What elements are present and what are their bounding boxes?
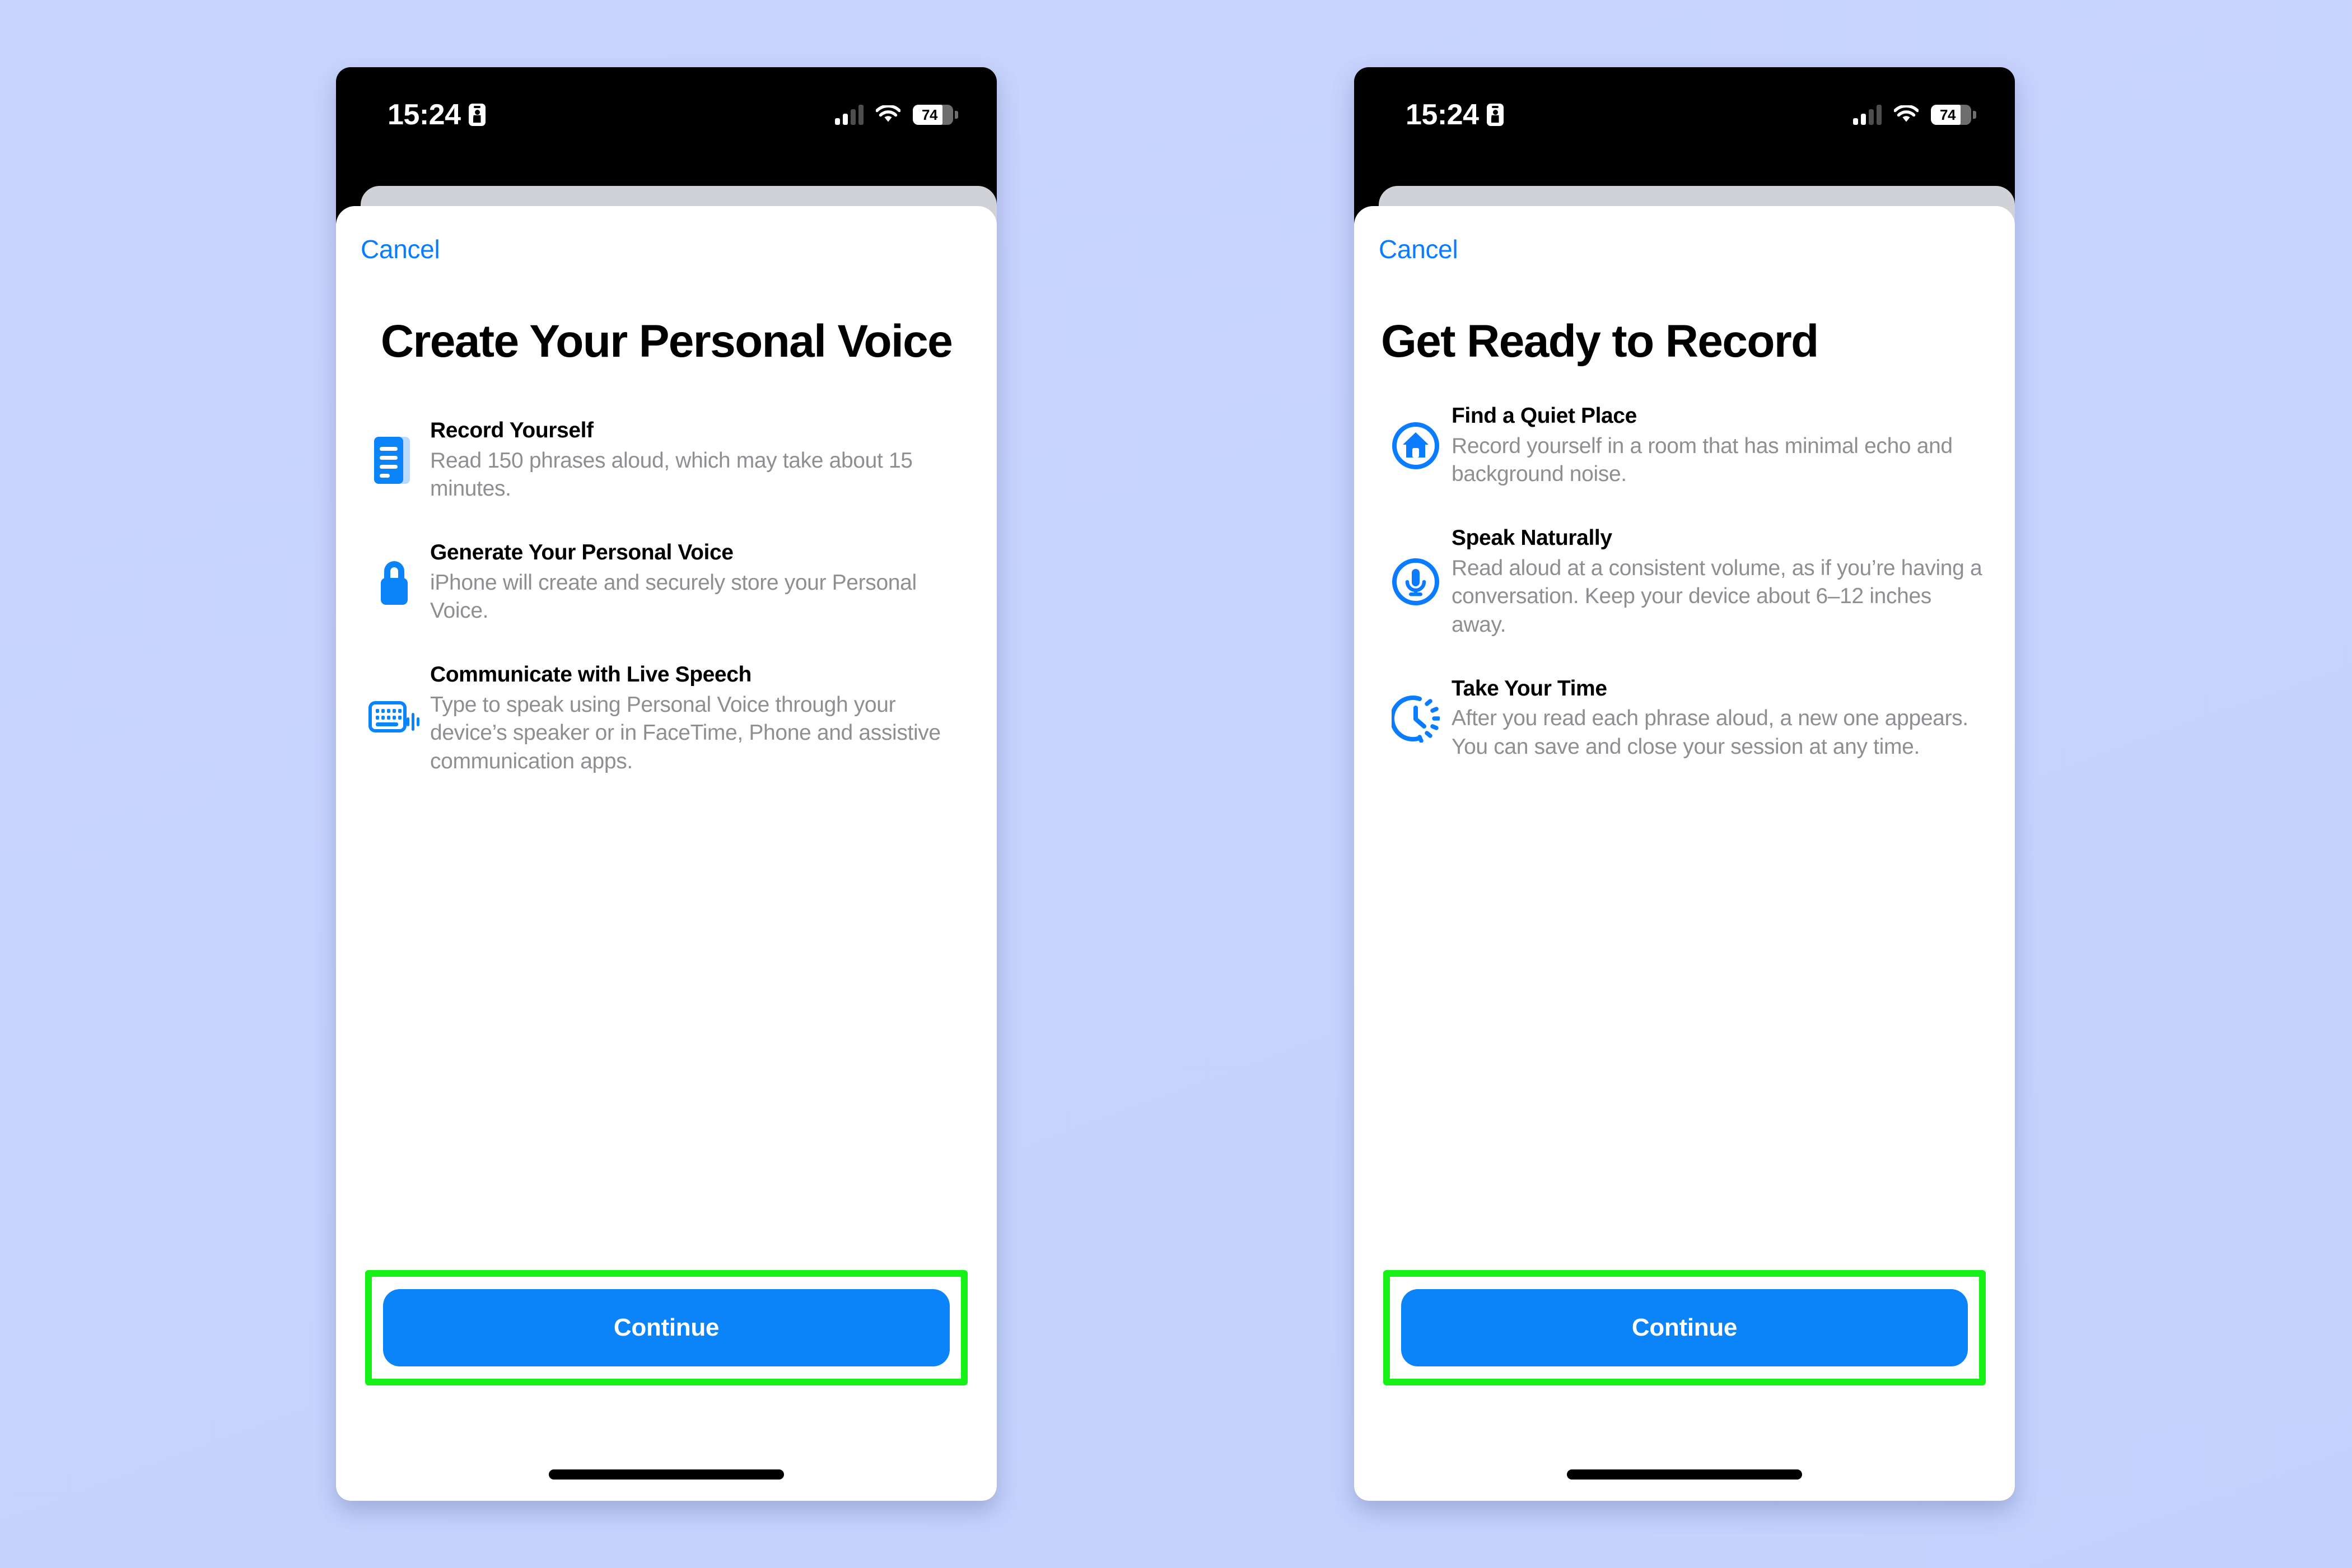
cancel-button-left[interactable]: Cancel — [336, 206, 440, 264]
cellular-signal-icon — [835, 105, 864, 125]
list-item-body: Take Your Time After you read each phras… — [1445, 675, 1982, 762]
cancel-button-right[interactable]: Cancel — [1354, 206, 1458, 264]
phone-device-left: 15:24 74 Cancel Create Your Personal Voi… — [336, 67, 997, 1501]
page-title-left: Create Your Personal Voice — [380, 316, 953, 367]
person-badge-icon — [468, 104, 486, 126]
list-item-body: Speak Naturally Read aloud at a consiste… — [1445, 525, 1982, 640]
list-item-description: Read aloud at a consistent volume, as if… — [1452, 556, 1982, 637]
home-indicator-right — [1567, 1469, 1802, 1480]
list-item-body: Generate Your Personal Voice iPhone will… — [423, 539, 964, 626]
list-item: Record Yourself Read 150 phrases aloud, … — [365, 417, 964, 503]
person-badge-icon — [1486, 104, 1504, 126]
sheet-spacer-left — [336, 1041, 997, 1270]
feature-list-left: Record Yourself Read 150 phrases aloud, … — [336, 417, 997, 1041]
modal-sheet-left: Cancel Create Your Personal Voice Record… — [336, 206, 997, 1501]
home-indicator-left — [549, 1469, 784, 1480]
list-item-body: Record Yourself Read 150 phrases aloud, … — [423, 417, 964, 503]
cta-area-right: Continue — [1354, 1270, 2015, 1385]
status-time: 15:24 — [1406, 99, 1479, 131]
continue-button-right[interactable]: Continue — [1401, 1289, 1968, 1366]
status-bar-right-group: 74 — [835, 105, 958, 125]
wifi-icon — [876, 105, 900, 122]
clock-arrow-icon — [1387, 694, 1445, 743]
list-item-title: Find a Quiet Place — [1452, 403, 1637, 428]
list-item-body: Find a Quiet Place Record yourself in a … — [1445, 403, 1982, 489]
list-item-title: Generate Your Personal Voice — [430, 540, 734, 564]
battery-icon: 74 — [1931, 105, 1976, 125]
modal-sheet-right: Cancel Get Ready to Record Find a Quiet … — [1354, 206, 2015, 1501]
list-item-description: iPhone will create and securely store yo… — [430, 570, 917, 623]
list-item: Take Your Time After you read each phras… — [1387, 675, 1982, 762]
cta-area-left: Continue — [336, 1270, 997, 1385]
status-bar-right: 15:24 74 — [1354, 67, 2015, 162]
wifi-icon — [1894, 105, 1919, 122]
battery-percent-label: 74 — [922, 106, 937, 123]
battery-icon: 74 — [913, 105, 958, 125]
list-item-body: Communicate with Live Speech Type to spe… — [423, 661, 964, 776]
screenshot-stage: 15:24 74 Cancel Create Your Personal Voi… — [0, 0, 2352, 1568]
status-time: 15:24 — [388, 99, 461, 131]
list-item-description: Record yourself in a room that has minim… — [1452, 433, 1953, 487]
battery-percent-label: 74 — [1940, 106, 1956, 123]
list-item: Find a Quiet Place Record yourself in a … — [1387, 403, 1982, 489]
list-item-description: After you read each phrase aloud, a new … — [1452, 706, 1968, 759]
continue-button-highlight-right: Continue — [1383, 1270, 1986, 1385]
list-item: Communicate with Live Speech Type to spe… — [365, 661, 964, 776]
keyboard-waveform-icon — [365, 697, 423, 740]
list-item-description: Read 150 phrases aloud, which may take a… — [430, 448, 913, 501]
list-item-title: Speak Naturally — [1452, 525, 1612, 550]
continue-button-highlight-left: Continue — [365, 1270, 968, 1385]
status-bar-left-group: 15:24 — [388, 100, 486, 129]
feature-list-right: Find a Quiet Place Record yourself in a … — [1354, 403, 2015, 1034]
lock-icon — [365, 557, 423, 608]
list-item-title: Take Your Time — [1452, 676, 1607, 701]
list-item-description: Type to speak using Personal Voice throu… — [430, 692, 941, 774]
list-item: Speak Naturally Read aloud at a consiste… — [1387, 525, 1982, 640]
list-item: Generate Your Personal Voice iPhone will… — [365, 539, 964, 626]
cellular-signal-icon — [1853, 105, 1882, 125]
phone-device-right: 15:24 74 Cancel Get Ready to Record Find… — [1354, 67, 2015, 1501]
microphone-circle-icon — [1387, 558, 1445, 606]
sheet-spacer-right — [1354, 1034, 2015, 1270]
page-title-right: Get Ready to Record — [1381, 316, 1819, 367]
status-bar-left: 15:24 74 — [336, 67, 997, 162]
status-bar-right-group: 74 — [1853, 105, 1976, 125]
house-circle-icon — [1387, 422, 1445, 470]
list-item-title: Record Yourself — [430, 418, 594, 442]
continue-button-left[interactable]: Continue — [383, 1289, 950, 1366]
list-item-title: Communicate with Live Speech — [430, 662, 752, 687]
document-lines-icon — [365, 435, 423, 486]
status-bar-left-group: 15:24 — [1406, 100, 1504, 129]
